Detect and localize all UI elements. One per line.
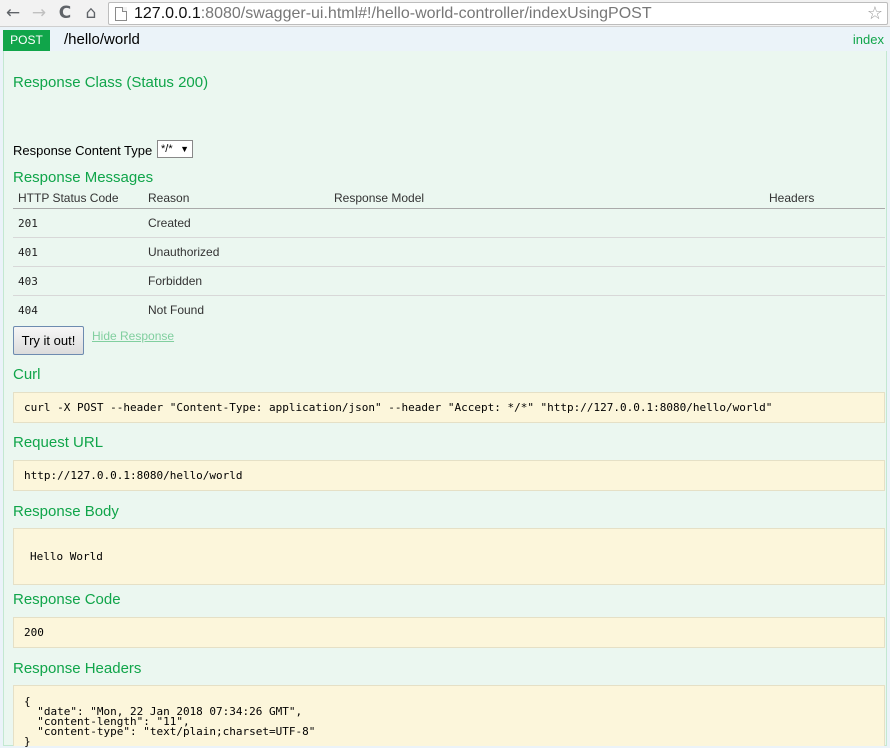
table-row: 404 Not Found [13,296,885,325]
response-model-cell [329,237,764,267]
status-code-cell: 404 [18,303,38,317]
operation-path[interactable]: /hello/world [64,30,140,49]
status-code-cell: 201 [13,208,143,238]
response-content-type-select[interactable]: */* ▼ [157,140,193,158]
response-model-cell [329,296,764,325]
response-body-block: Hello World [13,528,885,585]
response-code-block: 200 [13,617,885,648]
response-messages-table: HTTP Status Code Reason Response Model H… [13,187,885,325]
headers-cell [764,266,885,296]
response-model-cell [329,266,764,296]
column-header-reason: Reason [143,187,329,209]
column-header-headers: Headers [764,187,885,209]
column-header-response-model: Response Model [329,187,764,209]
forward-arrow-icon[interactable]: → [28,2,50,24]
home-icon[interactable]: ⌂ [80,2,102,24]
reason-cell: Not Found [148,303,205,318]
curl-heading: Curl [13,366,41,383]
address-bar[interactable]: 127.0.0.1:8080/swagger-ui.html#!/hello-w… [108,2,888,25]
response-code-heading: Response Code [13,591,121,608]
reason-cell: Unauthorized [143,237,329,267]
index-link[interactable]: index [853,31,884,48]
headers-cell [764,208,885,238]
curl-command-block: curl -X POST --header "Content-Type: app… [13,392,885,423]
table-row: 403 Forbidden [13,266,885,296]
try-it-out-button[interactable]: Try it out! [13,326,84,355]
response-body-heading: Response Body [13,503,119,520]
http-method-badge[interactable]: POST [3,30,50,51]
headers-cell [764,296,885,325]
status-code-cell: 403 [13,266,143,296]
page-icon [115,7,127,21]
reason-cell: Created [143,208,329,238]
table-header-row: HTTP Status Code Reason Response Model H… [13,187,885,209]
bookmark-star-icon[interactable]: ☆ [867,3,883,24]
back-arrow-icon[interactable]: ← [2,2,24,24]
response-content-type-value: */* [161,143,173,155]
table-row: 401 Unauthorized [13,237,885,267]
operation-panel: POST /hello/world index Response Class (… [0,28,890,747]
response-headers-block: { "date": "Mon, 22 Jan 2018 07:34:26 GMT… [13,685,885,747]
table-row: 201 Created [13,208,885,238]
request-url-block: http://127.0.0.1:8080/hello/world [13,460,885,491]
response-content-type-label: Response Content Type [13,143,153,158]
headers-cell [764,237,885,267]
url-text[interactable]: 127.0.0.1:8080/swagger-ui.html#!/hello-w… [134,4,652,24]
response-model-cell [329,208,764,238]
browser-toolbar: ← → C ⌂ 127.0.0.1:8080/swagger-ui.html#!… [0,0,890,27]
response-headers-heading: Response Headers [13,660,142,677]
response-class-heading: Response Class (Status 200) [13,74,209,91]
reload-icon[interactable]: C [54,2,76,24]
status-code-cell: 401 [13,237,143,267]
url-path: :8080/swagger-ui.html#!/hello-world-cont… [200,5,652,22]
request-url-heading: Request URL [13,434,104,451]
url-host: 127.0.0.1 [134,5,201,22]
column-header-status-code: HTTP Status Code [13,187,143,209]
response-messages-heading: Response Messages [13,169,154,186]
dropdown-arrow-icon: ▼ [180,144,189,154]
operation-content: Response Class (Status 200) Response Con… [3,51,887,747]
reason-cell: Forbidden [143,266,329,296]
hide-response-link[interactable]: Hide Response [92,329,174,343]
operation-heading[interactable]: POST /hello/world index [0,28,890,51]
